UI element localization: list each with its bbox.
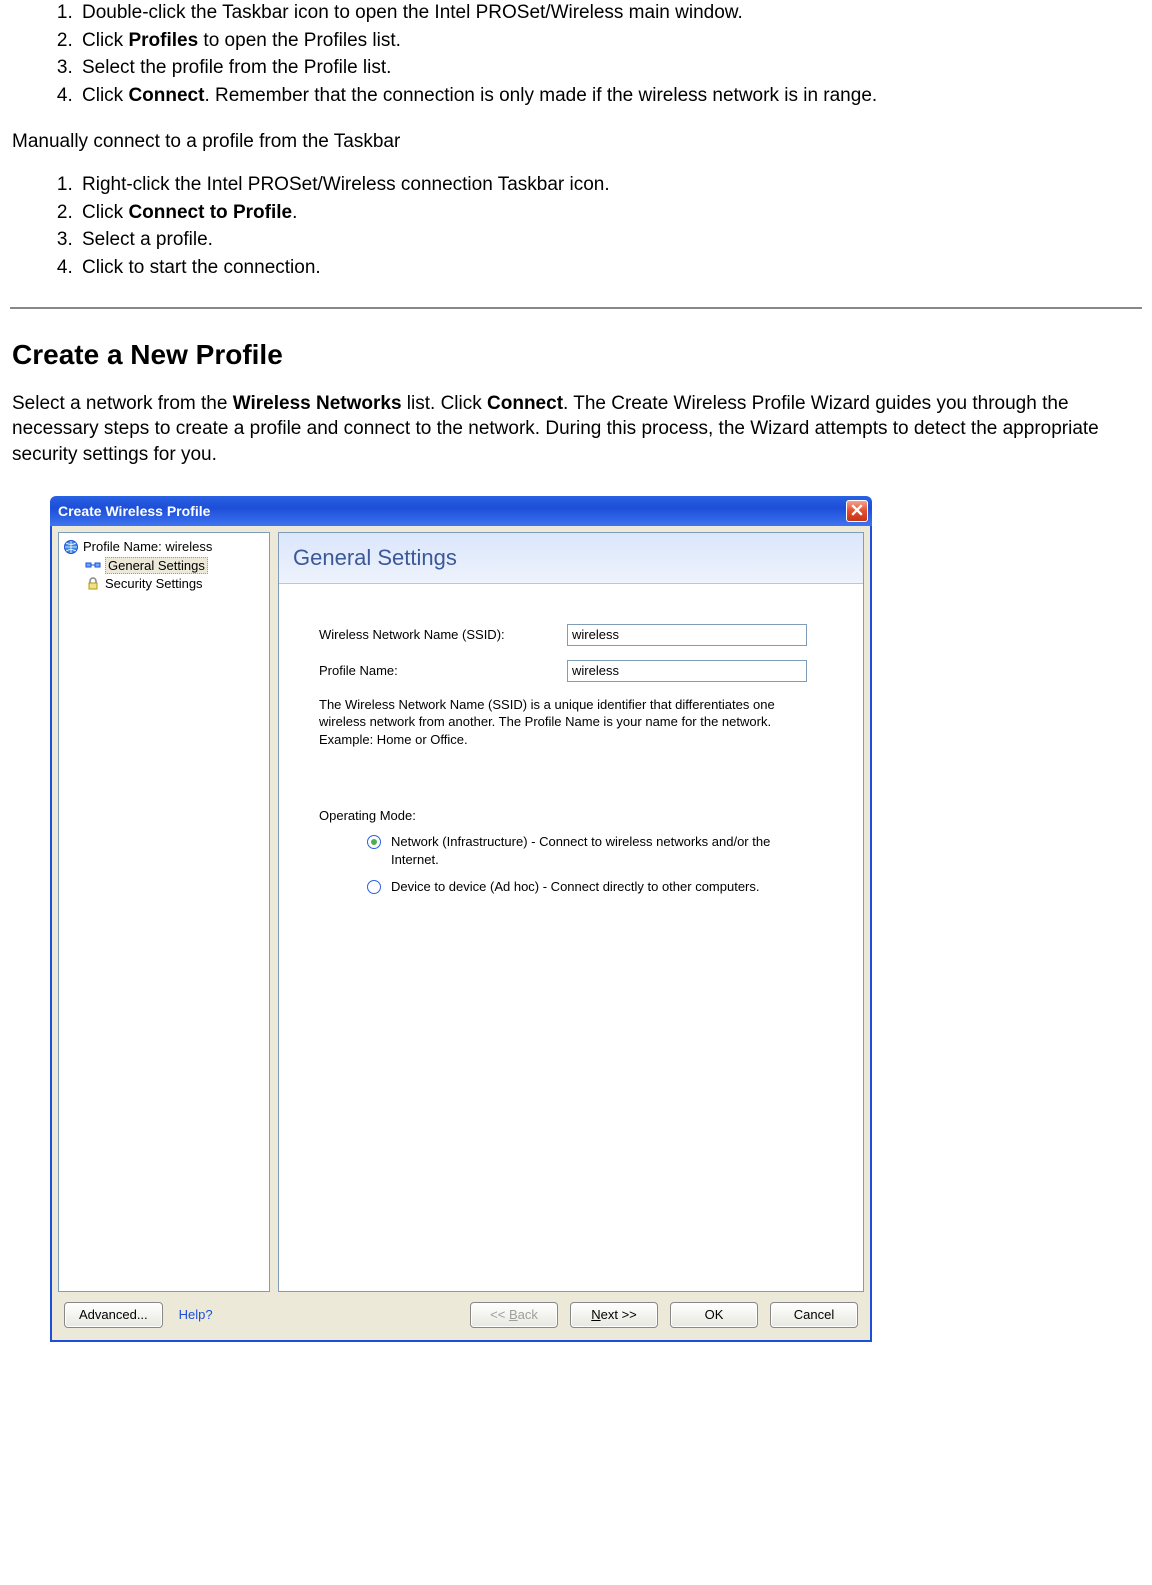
paragraph-manual: Manually connect to a profile from the T… [12, 129, 1140, 155]
tree-label: Security Settings [105, 576, 203, 591]
tree-root-profile[interactable]: Profile Name: wireless [63, 539, 265, 555]
back-button[interactable]: << Back [470, 1302, 558, 1328]
heading-create-profile: Create a New Profile [12, 339, 1140, 371]
ok-button[interactable]: OK [670, 1302, 758, 1328]
list-item: Double-click the Taskbar icon to open th… [78, 0, 1142, 26]
list-item: Select a profile. [78, 227, 1142, 253]
steps-list-taskbar: Right-click the Intel PROSet/Wireless co… [10, 172, 1142, 281]
radio-infrastructure[interactable]: Network (Infrastructure) - Connect to wi… [367, 833, 801, 868]
list-item: Click Profiles to open the Profiles list… [78, 28, 1142, 54]
cancel-button[interactable]: Cancel [770, 1302, 858, 1328]
close-button[interactable] [846, 500, 868, 522]
wizard-content-pane: General Settings Wireless Network Name (… [278, 532, 864, 1292]
section-divider [10, 307, 1142, 309]
operating-mode-label: Operating Mode: [319, 808, 841, 823]
lock-icon [85, 576, 101, 592]
tree-item-security[interactable]: Security Settings [85, 575, 265, 593]
radio-icon[interactable] [367, 835, 381, 849]
globe-icon [63, 539, 79, 555]
radio-label: Device to device (Ad hoc) - Connect dire… [391, 878, 760, 896]
create-wireless-profile-window: Create Wireless Profile Profile Name: wi… [50, 496, 872, 1342]
ssid-input[interactable] [567, 624, 807, 646]
list-item: Right-click the Intel PROSet/Wireless co… [78, 172, 1142, 198]
list-item: Click Connect to Profile. [78, 200, 1142, 226]
radio-label: Network (Infrastructure) - Connect to wi… [391, 833, 801, 868]
advanced-button[interactable]: Advanced... [64, 1302, 163, 1328]
profile-name-label: Profile Name: [319, 663, 567, 678]
ssid-help-text: The Wireless Network Name (SSID) is a un… [319, 696, 801, 749]
list-item: Click Connect. Remember that the connect… [78, 83, 1142, 109]
intro-paragraph: Select a network from the Wireless Netwo… [12, 391, 1140, 468]
ssid-label: Wireless Network Name (SSID): [319, 627, 567, 642]
radio-icon[interactable] [367, 880, 381, 894]
panel-title: General Settings [293, 545, 849, 571]
next-button[interactable]: Next >> [570, 1302, 658, 1328]
close-icon [851, 500, 863, 522]
list-item: Select the profile from the Profile list… [78, 55, 1142, 81]
window-title: Create Wireless Profile [58, 503, 846, 519]
help-link[interactable]: Help? [179, 1307, 213, 1322]
tree-label: Profile Name: wireless [83, 539, 212, 554]
tree-label: General Settings [105, 557, 208, 574]
radio-adhoc[interactable]: Device to device (Ad hoc) - Connect dire… [367, 878, 801, 896]
steps-list-main: Double-click the Taskbar icon to open th… [10, 0, 1142, 109]
list-item: Click to start the connection. [78, 255, 1142, 281]
tree-item-general[interactable]: General Settings [85, 557, 265, 575]
panel-header: General Settings [279, 533, 863, 584]
wizard-tree[interactable]: Profile Name: wireless General Settings … [58, 532, 270, 1292]
window-titlebar[interactable]: Create Wireless Profile [50, 496, 872, 526]
wizard-button-row: Advanced... Help? << Back Next >> OK Can… [58, 1292, 864, 1330]
network-icon [85, 558, 101, 574]
profile-name-input[interactable] [567, 660, 807, 682]
